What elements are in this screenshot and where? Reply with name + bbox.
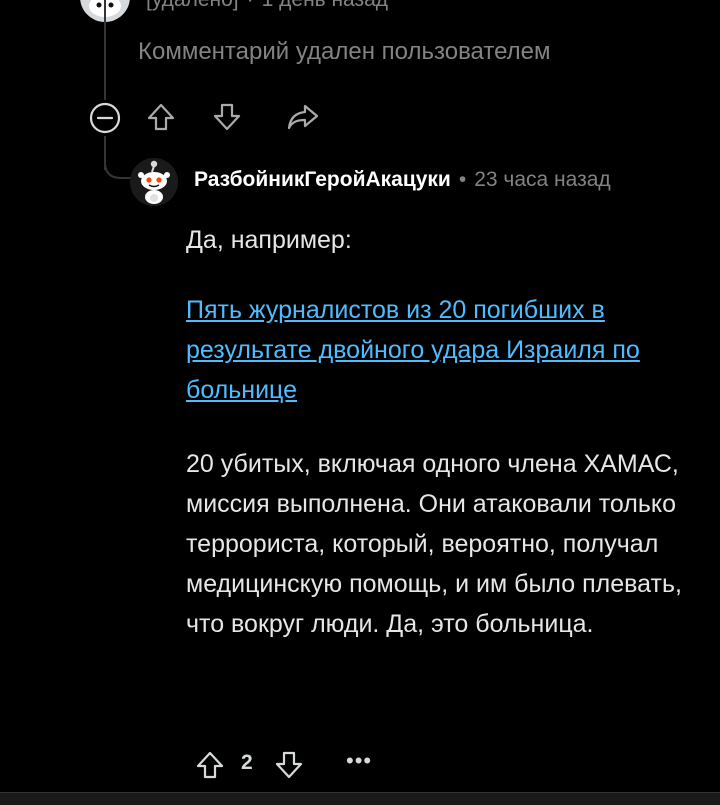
parent-share-button[interactable] [286, 100, 320, 134]
reply-downvote-button[interactable] [272, 748, 306, 782]
reply-upvote-button[interactable] [193, 748, 227, 782]
meta-separator: · [247, 0, 254, 11]
reply-body: 20 убитых, включая одного члена ХАМАС, м… [186, 450, 682, 638]
collapse-minus-icon [89, 102, 121, 134]
arrow-down-icon [213, 103, 241, 131]
arrow-down-icon [275, 751, 303, 779]
parent-comment-body: Комментарий удален пользователем [138, 38, 551, 65]
parent-author[interactable]: [удалено] [146, 0, 239, 11]
article-link[interactable]: Пять журналистов из 20 погибших в резуль… [186, 296, 640, 404]
reply-time: 23 часа назад [474, 168, 611, 191]
thread-line-parent[interactable] [104, 0, 106, 100]
vote-count: 2 [241, 751, 253, 774]
parent-time: 1 день назад [262, 0, 388, 11]
reply-avatar[interactable] [130, 158, 178, 206]
more-options-button[interactable]: ••• [346, 748, 372, 774]
share-icon [287, 104, 319, 130]
reply-author[interactable]: РазбойникГеройАкацуки [194, 168, 451, 191]
parent-downvote-button[interactable] [210, 100, 244, 134]
parent-meta: [удалено] · 1 день назад [146, 0, 388, 12]
reply-intro: Да, например: [186, 226, 352, 254]
bottom-bar [0, 792, 720, 805]
reply-link-paragraph: Пять журналистов из 20 погибших в резуль… [186, 290, 686, 410]
meta-separator: • [458, 168, 467, 191]
reply-meta: РазбойникГеройАкацуки • 23 часа назад [194, 168, 611, 192]
parent-upvote-button[interactable] [144, 100, 178, 134]
arrow-up-icon [147, 103, 175, 131]
snoo-avatar-icon [130, 158, 178, 206]
arrow-up-icon [196, 751, 224, 779]
collapse-button[interactable] [88, 101, 122, 135]
